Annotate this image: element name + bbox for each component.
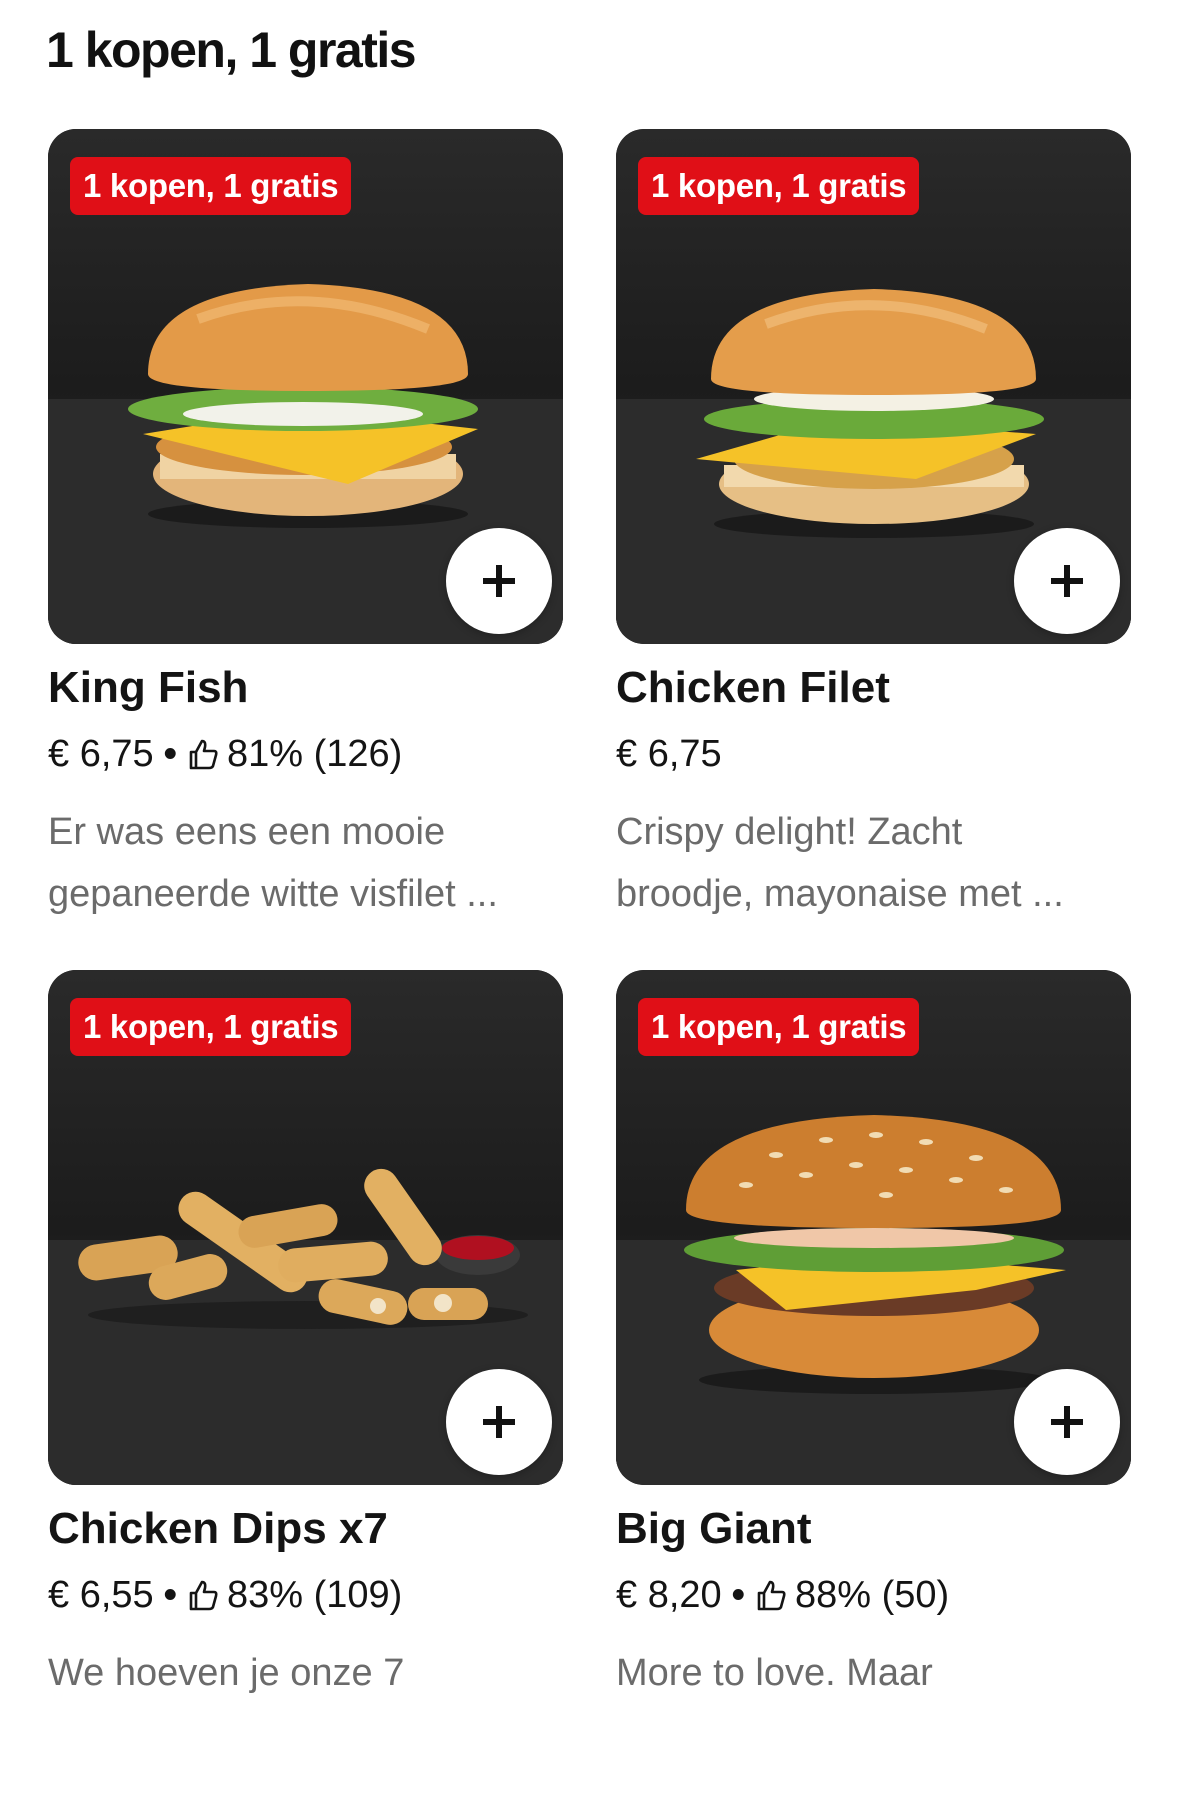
item-meta: € 6,75 • 81% (126) [48,729,402,779]
description-line: Crispy delight! Zacht [616,811,963,853]
item-photo-chicken-burger[interactable]: 1 kopen, 1 gratis [616,129,1131,644]
thumbs-up-icon [189,739,218,770]
add-to-cart-button[interactable] [1014,528,1120,634]
plus-icon [483,565,515,597]
plus-icon [483,1406,515,1438]
promo-badge: 1 kopen, 1 gratis [638,998,920,1056]
thumbs-up-icon [757,1580,786,1611]
description-line: Er was eens een mooie [48,811,446,853]
description-line: More to love. Maar [616,1652,933,1694]
item-description: Er was eens een mooie gepaneerde witte v… [48,801,563,925]
item-name: Chicken Filet [616,663,890,712]
item-price: € 6,75 [48,733,154,775]
description-line: We hoeven je onze 7 [48,1652,405,1694]
menu-grid: 1 kopen, 1 gratis King Fish € 6,75 • 81%… [48,129,1131,1811]
item-price: € 6,55 [48,1574,154,1616]
separator-dot: • [163,1574,177,1616]
item-price: € 6,75 [616,733,722,775]
item-meta: € 6,75 [616,729,722,779]
item-photo-beef-burger[interactable]: 1 kopen, 1 gratis [616,970,1131,1485]
item-rating: 81% (126) [226,733,403,775]
item-rating: 83% (109) [226,1574,403,1616]
item-description: More to love. Maar [616,1642,1131,1704]
promo-badge: 1 kopen, 1 gratis [70,157,352,215]
item-description: Crispy delight! Zacht broodje, mayonaise… [616,801,1131,925]
section-title: 1 kopen, 1 gratis [46,22,417,78]
item-description: We hoeven je onze 7 [48,1642,563,1704]
add-to-cart-button[interactable] [446,528,552,634]
plus-icon [1051,565,1083,597]
promo-badge: 1 kopen, 1 gratis [70,998,352,1056]
add-to-cart-button[interactable] [1014,1369,1120,1475]
separator-dot: • [163,733,177,775]
thumbs-up-icon [189,1580,218,1611]
menu-item-card[interactable]: 1 kopen, 1 gratis Chicken Filet € 6,75 C… [616,129,1131,970]
item-photo-chicken-dips[interactable]: 1 kopen, 1 gratis [48,970,563,1485]
item-rating: 88% (50) [794,1574,950,1616]
item-name: Big Giant [616,1504,812,1553]
item-price: € 8,20 [616,1574,722,1616]
menu-item-card[interactable]: 1 kopen, 1 gratis Big Giant € 8,20 • 88%… [616,970,1131,1811]
add-to-cart-button[interactable] [446,1369,552,1475]
plus-icon [1051,1406,1083,1438]
promo-badge: 1 kopen, 1 gratis [638,157,920,215]
item-name: King Fish [48,663,249,712]
description-line: gepaneerde witte visfilet ... [48,873,498,915]
item-meta: € 6,55 • 83% (109) [48,1570,402,1620]
item-meta: € 8,20 • 88% (50) [616,1570,949,1620]
menu-item-card[interactable]: 1 kopen, 1 gratis King Fish € 6,75 • 81%… [48,129,563,970]
description-line: broodje, mayonaise met ... [616,873,1064,915]
item-photo-fish-burger[interactable]: 1 kopen, 1 gratis [48,129,563,644]
menu-item-card[interactable]: 1 kopen, 1 gratis Chicken Dips x7 € 6,55… [48,970,563,1811]
separator-dot: • [731,1574,745,1616]
item-name: Chicken Dips x7 [48,1504,388,1553]
